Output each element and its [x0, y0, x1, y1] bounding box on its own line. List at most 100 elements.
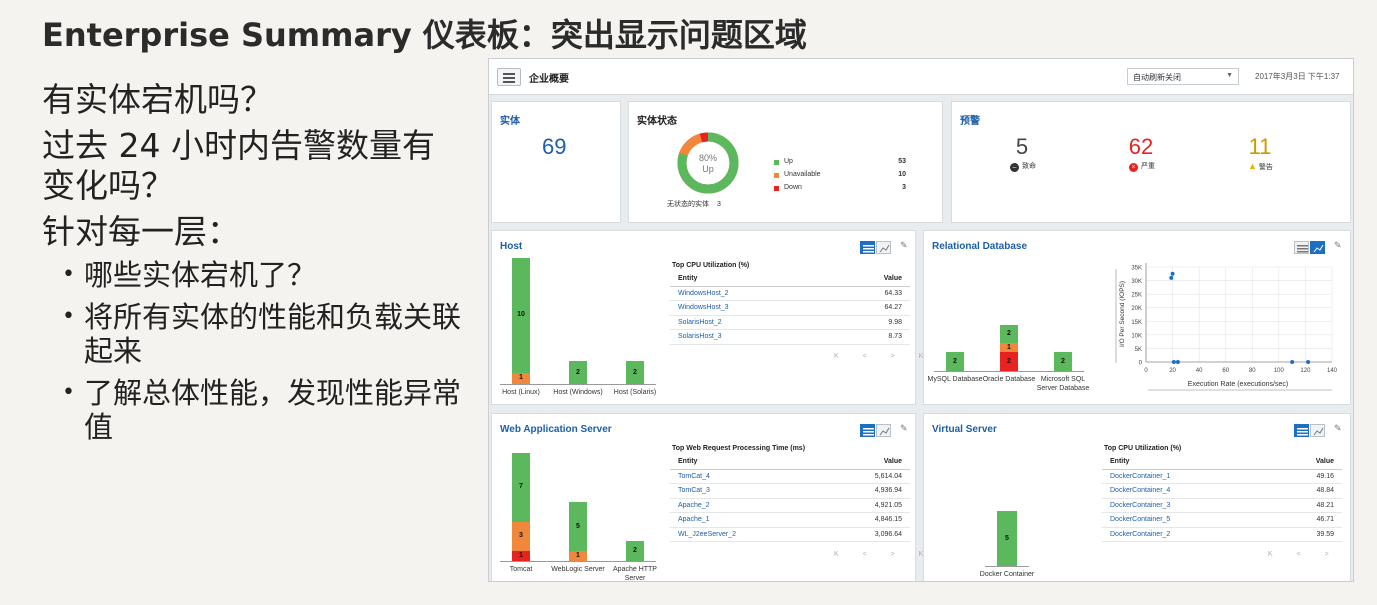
bar-segment-up[interactable]: 10: [512, 257, 530, 373]
entity-value: 49.16: [1316, 473, 1334, 480]
entity-link[interactable]: WL_J2eeServer_2: [678, 531, 736, 538]
entity-status-title: 实体状态: [637, 116, 677, 127]
scatter-point[interactable]: [1171, 360, 1176, 364]
category-label: Host (Solaris): [613, 389, 657, 396]
bar-value-label: 7: [519, 483, 523, 491]
entity-value: 3,096.64: [874, 530, 902, 538]
chart-view-icon[interactable]: [1310, 241, 1325, 254]
bar-segment-unavail[interactable]: 3: [512, 521, 530, 552]
host-pager[interactable]: K < > K: [834, 353, 934, 360]
table-view-icon[interactable]: [1294, 424, 1309, 437]
table-header: Entity Value: [670, 271, 910, 287]
x-tick-label: 120: [1300, 368, 1311, 374]
host-title: Host: [500, 241, 523, 252]
edit-pencil-icon[interactable]: ✎: [1334, 423, 1342, 434]
table-header: Entity Value: [670, 454, 910, 470]
chart-baseline: [500, 561, 656, 562]
bar-segment-up[interactable]: 2: [946, 352, 964, 371]
scatter-point[interactable]: [1170, 271, 1175, 276]
edit-pencil-icon[interactable]: ✎: [900, 240, 908, 251]
bar-segment-up[interactable]: 2: [1054, 352, 1072, 371]
entity-link[interactable]: DockerContainer_5: [1110, 516, 1170, 523]
entity-link[interactable]: WindowsHost_3: [678, 304, 729, 311]
bar-segment-down[interactable]: 2: [1000, 352, 1018, 371]
y-tick-label: 30K: [1131, 279, 1142, 285]
database-scatter-plot[interactable]: 0 5K 10K 15K 20K 25K 30K 35K 0 20 40 60 80 100 120 140 E…: [1108, 259, 1344, 394]
bar-segment-up[interactable]: 5: [997, 511, 1017, 566]
virtual-server-table: Entity Value DockerContainer_1 49.16 DockerC…: [1102, 454, 1342, 542]
entity-link[interactable]: SolarisHost_2: [678, 319, 722, 326]
legend-swatch: [774, 160, 779, 165]
legend-row-up[interactable]: Up 53: [774, 158, 906, 171]
last-updated-time: 2017年3月3日 下午1:37: [1255, 72, 1340, 81]
fatal-count[interactable]: 5: [992, 134, 1052, 160]
entity-link[interactable]: TomCat_4: [678, 473, 710, 480]
bar-segment-up[interactable]: 2: [626, 541, 644, 561]
bar-segment-down[interactable]: 1: [512, 551, 530, 561]
chart-view-icon[interactable]: [876, 424, 891, 437]
category-label: Apache HTTP Server: [613, 566, 657, 582]
entity-link[interactable]: DockerContainer_2: [1110, 531, 1170, 538]
entity-link[interactable]: DockerContainer_1: [1110, 473, 1170, 480]
table-header: Entity Value: [1102, 454, 1342, 470]
edit-pencil-icon[interactable]: ✎: [1334, 240, 1342, 251]
entity-link[interactable]: Apache_2: [678, 502, 710, 509]
chart-view-icon[interactable]: [1310, 424, 1325, 437]
table-view-icon[interactable]: [1294, 241, 1309, 254]
bar-segment-unavail[interactable]: 1: [569, 551, 587, 561]
warning-count[interactable]: 11: [1230, 134, 1290, 160]
x-tick-label: 60: [1222, 368, 1229, 374]
critical-count[interactable]: 62: [1111, 134, 1171, 160]
bar-segment-up[interactable]: 2: [569, 361, 587, 384]
entities-count[interactable]: 69: [542, 134, 566, 160]
hamburger-menu-icon[interactable]: [497, 68, 521, 86]
table-row: DockerContainer_3 48.21: [1102, 499, 1342, 514]
category-label: Oracle Database: [982, 376, 1036, 383]
entity-link[interactable]: WindowsHost_2: [678, 290, 729, 297]
entity-link[interactable]: SolarisHost_3: [678, 333, 722, 340]
bar-value-label: 2: [1007, 329, 1011, 337]
bar-segment-up[interactable]: 2: [1000, 324, 1018, 344]
no-status-count: 3: [716, 201, 721, 208]
web-pager[interactable]: K < > K: [834, 551, 934, 558]
dashboard-header: 企业概要 自动刷新关闭 ▼ 2017年3月3日 下午1:37: [489, 59, 1353, 95]
column-header-value[interactable]: Value: [884, 275, 902, 282]
warning-label: 警告: [1258, 164, 1273, 171]
column-header-entity[interactable]: Entity: [678, 458, 697, 465]
table-view-icon[interactable]: [860, 241, 875, 254]
bar-segment-unavail[interactable]: 1: [1000, 343, 1018, 353]
entity-link[interactable]: Apache_1: [678, 516, 710, 523]
bar-segment-unavail[interactable]: 1: [512, 372, 530, 384]
entity-link[interactable]: TomCat_3: [678, 487, 710, 494]
scatter-point[interactable]: [1175, 360, 1180, 364]
auto-refresh-select[interactable]: 自动刷新关闭 ▼: [1127, 68, 1239, 85]
edit-pencil-icon[interactable]: ✎: [900, 423, 908, 434]
entity-value: 46.71: [1316, 516, 1334, 524]
bar-segment-up[interactable]: 2: [626, 361, 644, 384]
column-header-value[interactable]: Value: [1316, 458, 1334, 465]
scatter-point[interactable]: [1169, 275, 1174, 280]
bar-segment-up[interactable]: 7: [512, 453, 530, 522]
no-status-entities[interactable]: 无状态的实体 3: [667, 199, 721, 209]
legend-row-down[interactable]: Down 3: [774, 184, 906, 197]
entity-link[interactable]: DockerContainer_3: [1110, 502, 1170, 509]
virtual-pager[interactable]: K < > K: [1268, 551, 1353, 558]
legend-row-unavailable[interactable]: Unavailable 10: [774, 171, 906, 184]
dashboard-title: 企业概要: [529, 74, 569, 85]
bar-segment-up[interactable]: 5: [569, 502, 587, 552]
column-header-value[interactable]: Value: [884, 458, 902, 465]
status-donut-chart[interactable]: 80% Up: [673, 128, 743, 198]
table-view-icon[interactable]: [860, 424, 875, 437]
virtual-server-panel: Virtual Server ✎ Top CPU Utilization (%)…: [923, 413, 1353, 581]
table-row: DockerContainer_2 39.59: [1102, 528, 1342, 542]
column-header-entity[interactable]: Entity: [1110, 458, 1129, 465]
category-label: WebLogic Server: [551, 566, 605, 573]
scatter-point[interactable]: [1290, 360, 1295, 364]
entity-link[interactable]: DockerContainer_4: [1110, 487, 1170, 494]
table-row: TomCat_4 5,614.04: [670, 470, 910, 485]
column-header-entity[interactable]: Entity: [678, 275, 697, 282]
chart-view-icon[interactable]: [876, 241, 891, 254]
scatter-point[interactable]: [1306, 360, 1311, 364]
view-toggle: [860, 241, 896, 254]
bar-value-label: 3: [519, 532, 523, 540]
